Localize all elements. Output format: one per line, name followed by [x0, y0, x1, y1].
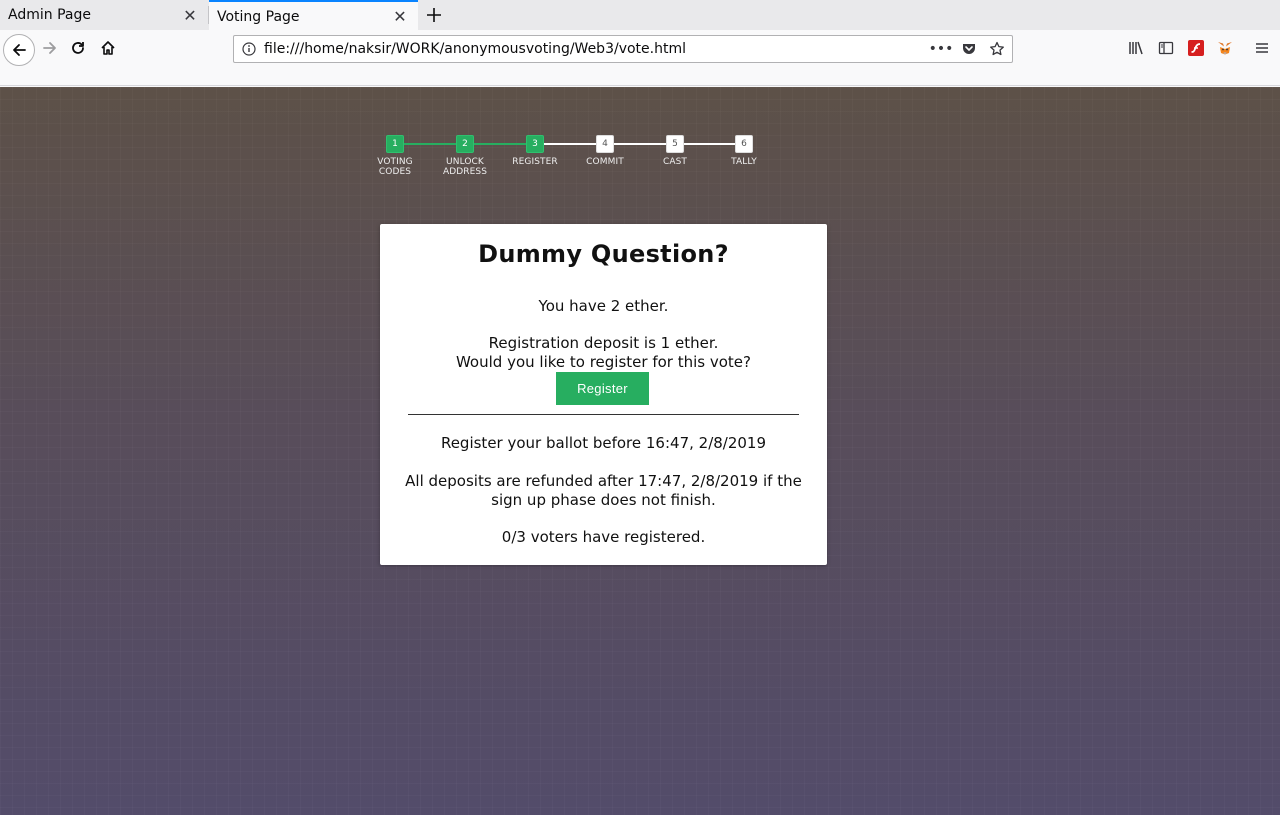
- arrow-right-icon: [43, 42, 56, 54]
- navigation-toolbar: file:///home/naksir/WORK/anonymousvoting…: [0, 30, 1280, 86]
- step-commit: 4 COMMIT: [570, 135, 640, 167]
- tab-title: Voting Page: [217, 8, 300, 25]
- reload-icon: [72, 42, 84, 54]
- step-number: 4: [596, 135, 614, 153]
- ellipsis-icon[interactable]: •••: [929, 40, 954, 58]
- library-icon[interactable]: [1125, 36, 1147, 60]
- hamburger-menu-icon[interactable]: [1251, 36, 1273, 60]
- home-button[interactable]: [96, 36, 120, 60]
- voters-count-text: 0/3 voters have registered.: [501, 528, 706, 546]
- step-label: COMMIT: [586, 157, 624, 167]
- register-prompt-text: Would you like to register for this vote…: [455, 353, 751, 371]
- balance-text: You have 2 ether.: [538, 297, 669, 315]
- step-label: REGISTER: [512, 157, 558, 167]
- tab-title: Admin Page: [8, 7, 91, 23]
- metamask-fox-icon[interactable]: [1214, 36, 1236, 60]
- step-label: VOTING CODES: [377, 157, 413, 177]
- step-cast: 5 CAST: [640, 135, 710, 167]
- flash-icon[interactable]: [1185, 36, 1207, 60]
- step-number: 1: [386, 135, 404, 153]
- step-label: TALLY: [731, 157, 757, 167]
- divider: [408, 414, 799, 415]
- page-content: 1 VOTING CODES 2 UNLOCK ADDRESS 3 REGIST…: [0, 87, 1280, 815]
- tab-voting-page[interactable]: Voting Page ✕: [209, 0, 418, 31]
- step-unlock-address: 2 UNLOCK ADDRESS: [430, 135, 500, 177]
- sidebar-icon[interactable]: [1155, 36, 1177, 60]
- url-text[interactable]: file:///home/naksir/WORK/anonymousvoting…: [264, 41, 686, 57]
- deposit-text: Registration deposit is 1 ether.: [488, 334, 719, 352]
- refund-text-continued: sign up phase does not finish.: [491, 491, 716, 509]
- url-bar[interactable]: file:///home/naksir/WORK/anonymousvoting…: [233, 35, 1013, 63]
- close-icon[interactable]: ✕: [390, 7, 410, 27]
- step-label: UNLOCK ADDRESS: [442, 157, 488, 177]
- refund-text: All deposits are refunded after 17:47, 2…: [405, 472, 802, 490]
- step-register: 3 REGISTER: [500, 135, 570, 167]
- info-icon[interactable]: [240, 40, 258, 58]
- step-number: 5: [666, 135, 684, 153]
- tab-admin-page[interactable]: Admin Page ✕: [0, 0, 209, 30]
- step-label: CAST: [662, 157, 688, 167]
- tab-strip: Admin Page ✕ Voting Page ✕: [0, 0, 1280, 31]
- reload-button[interactable]: [66, 36, 90, 60]
- forward-button[interactable]: [38, 36, 62, 60]
- back-button[interactable]: [3, 34, 35, 66]
- star-icon[interactable]: [988, 40, 1006, 58]
- pocket-icon[interactable]: [960, 40, 978, 58]
- deadline-text: Register your ballot before 16:47, 2/8/2…: [440, 434, 767, 452]
- step-number: 6: [735, 135, 753, 153]
- step-tally: 6 TALLY: [709, 135, 779, 167]
- question-title: Dummy Question?: [478, 240, 729, 268]
- step-number: 3: [526, 135, 544, 153]
- register-button[interactable]: Register: [556, 372, 649, 405]
- progress-steps: 1 VOTING CODES 2 UNLOCK ADDRESS 3 REGIST…: [360, 133, 780, 183]
- registration-card: Dummy Question? You have 2 ether. Regist…: [380, 224, 827, 565]
- arrow-left-icon: [13, 44, 26, 56]
- close-icon[interactable]: ✕: [180, 5, 200, 25]
- step-number: 2: [456, 135, 474, 153]
- home-icon: [101, 41, 115, 55]
- step-voting-codes: 1 VOTING CODES: [360, 135, 430, 177]
- new-tab-icon[interactable]: [421, 0, 447, 30]
